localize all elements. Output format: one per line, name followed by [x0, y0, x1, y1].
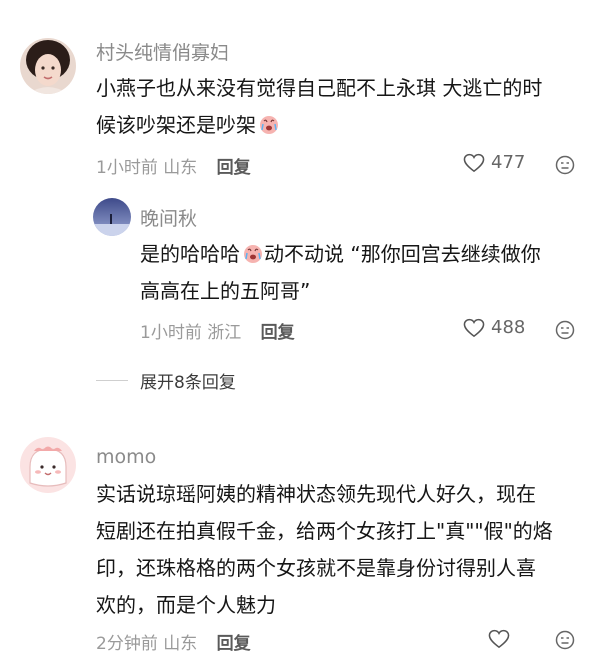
- comment-text-line: 印，还珠格格的两个女孩就不是靠身份讨得别人喜: [96, 556, 536, 580]
- comment-username[interactable]: 村头纯情俏寡妇: [96, 38, 229, 65]
- reply-button[interactable]: 回复: [261, 323, 295, 343]
- dismiss-face-icon[interactable]: [555, 155, 575, 175]
- comment-location: 山东: [163, 634, 198, 654]
- comment-meta: 2分钟前 山东 回复: [96, 629, 251, 654]
- comment-time: 1小时前: [96, 158, 158, 178]
- crying-face-emoji-icon: [244, 245, 262, 263]
- like-button[interactable]: 477: [463, 152, 525, 173]
- comment-meta: 1小时前 山东 回复: [96, 153, 251, 178]
- reply-button[interactable]: 回复: [217, 158, 251, 178]
- crying-face-emoji-icon: [260, 116, 278, 134]
- reply-text: 是的哈哈哈 动不动说 “那你回宫去继续做你 高高在上的五阿哥”: [140, 236, 600, 310]
- comment-text-line: 候该吵架还是吵架: [96, 107, 596, 144]
- reply-text-line: 是的哈哈哈 动不动说 “那你回宫去继续做你: [140, 236, 600, 273]
- comment-location: 山东: [163, 158, 198, 178]
- comment-text: 小燕子也从来没有觉得自己配不上永琪 大逃亡的时 候该吵架还是吵架: [96, 70, 596, 144]
- reply-location: 浙江: [207, 323, 242, 343]
- reply-meta: 1小时前 浙江 回复: [140, 318, 295, 343]
- reply-text-segment: 是的哈哈哈: [140, 242, 240, 266]
- comment-username[interactable]: momo: [96, 446, 156, 468]
- reply-text-segment: 动不动说 “那你回宫去继续做你: [264, 242, 541, 266]
- comment-time: 2分钟前: [96, 634, 158, 654]
- comment-text-segment: 候该吵架还是吵架: [96, 113, 256, 137]
- dismiss-face-icon[interactable]: [555, 320, 575, 340]
- expand-divider: [96, 380, 128, 381]
- reply-avatar[interactable]: [93, 198, 131, 236]
- reply-time: 1小时前: [140, 323, 202, 343]
- dismiss-face-icon[interactable]: [555, 630, 575, 650]
- comment-text-line: 小燕子也从来没有觉得自己配不上永琪 大逃亡的时: [96, 76, 543, 100]
- avatar[interactable]: [20, 437, 76, 493]
- avatar[interactable]: [20, 38, 76, 94]
- expand-replies-label: 展开8条回复: [140, 373, 236, 393]
- like-count: 488: [491, 317, 526, 338]
- reply-text-line: 高高在上的五阿哥”: [140, 279, 311, 303]
- heart-outline-icon: [463, 318, 485, 337]
- like-button[interactable]: 488: [463, 317, 525, 338]
- expand-replies-button[interactable]: 展开8条回复: [96, 368, 236, 393]
- comment-text-line: 欢的，而是个人魅力: [96, 593, 276, 617]
- avatar-cartoon: [20, 437, 76, 493]
- reply-username[interactable]: 晚间秋: [140, 204, 197, 231]
- avatar-photo: [93, 198, 131, 236]
- avatar-photo: [20, 38, 76, 94]
- comment-text-line: 短剧还在拍真假千金，给两个女孩打上"真""假"的烙: [96, 519, 553, 543]
- like-count: 477: [491, 152, 526, 173]
- comment-text-line: 实话说琼瑶阿姨的精神状态领先现代人好久，现在: [96, 482, 536, 506]
- reply-button[interactable]: 回复: [217, 634, 251, 654]
- like-button[interactable]: [488, 629, 516, 649]
- heart-outline-icon: [488, 629, 510, 649]
- heart-outline-icon: [463, 153, 485, 172]
- comment-text: 实话说琼瑶阿姨的精神状态领先现代人好久，现在 短剧还在拍真假千金，给两个女孩打上…: [96, 476, 601, 624]
